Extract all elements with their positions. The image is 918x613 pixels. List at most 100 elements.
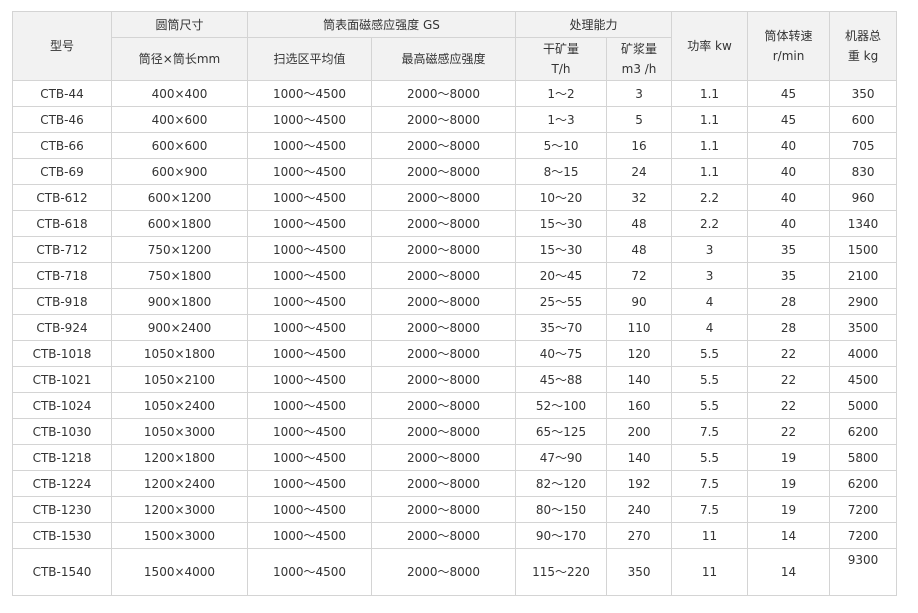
cell-power: 2.2 bbox=[671, 184, 749, 211]
cell-field-avg: 1000～4500 bbox=[247, 236, 372, 263]
table-row: CTB-1218 1200×1800 1000～4500 2000～8000 47～90… bbox=[12, 444, 898, 471]
cell-speed: 45 bbox=[747, 80, 831, 107]
cell-field-max: 2000～8000 bbox=[370, 418, 517, 445]
header-capacity: 处理能力 bbox=[515, 11, 673, 38]
cell-field-max: 2000～8000 bbox=[370, 158, 517, 185]
cell-dry-ore: 90～170 bbox=[515, 522, 608, 549]
cell-model: CTB-1224 bbox=[12, 470, 112, 497]
cell-slurry: 110 bbox=[606, 314, 673, 341]
cell-model: CTB-918 bbox=[12, 288, 112, 315]
cell-slurry: 160 bbox=[606, 392, 673, 419]
cell-speed: 19 bbox=[747, 496, 831, 523]
cell-power: 5.5 bbox=[671, 444, 749, 471]
cell-weight: 6200 bbox=[829, 418, 898, 445]
table-row: CTB-1021 1050×2100 1000～4500 2000～8000 45～88… bbox=[12, 366, 898, 393]
cell-weight: 2100 bbox=[829, 262, 898, 289]
cell-field-max: 2000～8000 bbox=[370, 184, 517, 211]
cell-drum-size: 1050×2100 bbox=[111, 366, 248, 393]
cell-slurry: 192 bbox=[606, 470, 673, 497]
cell-speed: 22 bbox=[747, 340, 831, 367]
table-header: 型号 圆筒尺寸 筒表面磁感应强度 GS 处理能力 功率 kw 筒体转速 r/mi… bbox=[12, 11, 898, 81]
cell-field-avg: 1000～4500 bbox=[247, 366, 372, 393]
cell-model: CTB-1021 bbox=[12, 366, 112, 393]
cell-power: 11 bbox=[671, 522, 749, 549]
cell-slurry: 140 bbox=[606, 366, 673, 393]
header-field-max: 最高磁感应强度 bbox=[370, 37, 517, 81]
cell-model: CTB-1540 bbox=[12, 548, 112, 596]
cell-dry-ore: 65～125 bbox=[515, 418, 608, 445]
table-row: CTB-718 750×1800 1000～4500 2000～8000 20～45 72… bbox=[12, 262, 898, 289]
cell-field-max: 2000～8000 bbox=[370, 236, 517, 263]
cell-field-avg: 1000～4500 bbox=[247, 496, 372, 523]
header-slurry-line2: m3 /h bbox=[621, 62, 657, 76]
cell-field-avg: 1000～4500 bbox=[247, 314, 372, 341]
cell-dry-ore: 115～220 bbox=[515, 548, 608, 596]
cell-slurry: 240 bbox=[606, 496, 673, 523]
cell-speed: 45 bbox=[747, 106, 831, 133]
cell-power: 1.1 bbox=[671, 80, 749, 107]
cell-field-max: 2000～8000 bbox=[370, 496, 517, 523]
cell-drum-size: 1200×3000 bbox=[111, 496, 248, 523]
cell-slurry: 90 bbox=[606, 288, 673, 315]
cell-dry-ore: 25～55 bbox=[515, 288, 608, 315]
cell-field-avg: 1000～4500 bbox=[247, 262, 372, 289]
cell-model: CTB-44 bbox=[12, 80, 112, 107]
cell-power: 1.1 bbox=[671, 158, 749, 185]
cell-speed: 35 bbox=[747, 262, 831, 289]
cell-weight: 830 bbox=[829, 158, 898, 185]
cell-drum-size: 1050×3000 bbox=[111, 418, 248, 445]
cell-field-max: 2000～8000 bbox=[370, 470, 517, 497]
cell-slurry: 32 bbox=[606, 184, 673, 211]
cell-speed: 40 bbox=[747, 210, 831, 237]
cell-power: 3 bbox=[671, 262, 749, 289]
cell-power: 3 bbox=[671, 236, 749, 263]
cell-dry-ore: 82～120 bbox=[515, 470, 608, 497]
table-row: CTB-66 600×600 1000～4500 2000～8000 5～10 16 1.1… bbox=[12, 132, 898, 159]
cell-slurry: 24 bbox=[606, 158, 673, 185]
cell-power: 5.5 bbox=[671, 392, 749, 419]
cell-field-max: 2000～8000 bbox=[370, 288, 517, 315]
cell-model: CTB-1530 bbox=[12, 522, 112, 549]
cell-drum-size: 600×900 bbox=[111, 158, 248, 185]
cell-model: CTB-612 bbox=[12, 184, 112, 211]
cell-speed: 14 bbox=[747, 548, 831, 596]
header-slurry-line1: 矿浆量 bbox=[621, 42, 658, 56]
table-row: CTB-924 900×2400 1000～4500 2000～8000 35～70 11… bbox=[12, 314, 898, 341]
cell-speed: 22 bbox=[747, 418, 831, 445]
cell-dry-ore: 15～30 bbox=[515, 210, 608, 237]
cell-drum-size: 1200×1800 bbox=[111, 444, 248, 471]
cell-slurry: 3 bbox=[606, 80, 673, 107]
cell-drum-size: 1500×4000 bbox=[111, 548, 248, 596]
cell-dry-ore: 35～70 bbox=[515, 314, 608, 341]
cell-power: 7.5 bbox=[671, 470, 749, 497]
cell-slurry: 140 bbox=[606, 444, 673, 471]
table-row: CTB-1230 1200×3000 1000～4500 2000～8000 80～15… bbox=[12, 496, 898, 523]
header-speed-line2: r/min bbox=[772, 49, 805, 63]
cell-dry-ore: 80～150 bbox=[515, 496, 608, 523]
cell-weight: 1340 bbox=[829, 210, 898, 237]
magnetic-separator-spec-table: 型号 圆筒尺寸 筒表面磁感应强度 GS 处理能力 功率 kw 筒体转速 r/mi… bbox=[12, 11, 898, 596]
cell-slurry: 48 bbox=[606, 210, 673, 237]
cell-speed: 22 bbox=[747, 366, 831, 393]
cell-dry-ore: 1～2 bbox=[515, 80, 608, 107]
header-dry-ore: 干矿量 T/h bbox=[515, 37, 608, 81]
cell-drum-size: 600×1200 bbox=[111, 184, 248, 211]
cell-model: CTB-1230 bbox=[12, 496, 112, 523]
cell-dry-ore: 8～15 bbox=[515, 158, 608, 185]
cell-power: 5.5 bbox=[671, 366, 749, 393]
cell-field-max: 2000～8000 bbox=[370, 210, 517, 237]
cell-speed: 28 bbox=[747, 314, 831, 341]
table-row: CTB-1540 1500×4000 1000～4500 2000～8000 115～2… bbox=[12, 548, 898, 596]
header-dry-ore-line1: 干矿量 bbox=[543, 42, 580, 56]
cell-field-avg: 1000～4500 bbox=[247, 548, 372, 596]
table-row: CTB-44 400×400 1000～4500 2000～8000 1～2 3 1.1 45… bbox=[12, 80, 898, 107]
cell-power: 1.1 bbox=[671, 106, 749, 133]
cell-drum-size: 750×1800 bbox=[111, 262, 248, 289]
cell-model: CTB-718 bbox=[12, 262, 112, 289]
cell-power: 11 bbox=[671, 548, 749, 596]
cell-model: CTB-618 bbox=[12, 210, 112, 237]
cell-field-max: 2000～8000 bbox=[370, 106, 517, 133]
cell-model: CTB-69 bbox=[12, 158, 112, 185]
header-dry-ore-line2: T/h bbox=[551, 62, 571, 76]
cell-weight: 4500 bbox=[829, 366, 898, 393]
